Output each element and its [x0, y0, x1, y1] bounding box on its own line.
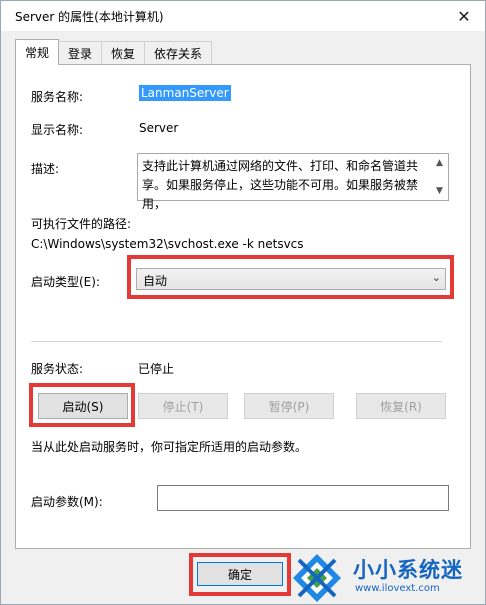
tab-strip: 常规 登录 恢复 依存关系 — [15, 39, 213, 65]
tab-dependencies[interactable]: 依存关系 — [144, 41, 213, 65]
chevron-down-icon: ⌄ — [431, 271, 441, 284]
resume-button[interactable]: 恢复(R) — [356, 393, 446, 419]
close-icon: ✕ — [457, 6, 471, 26]
watermark: 小小系统迷 www.ilovext.com — [291, 549, 486, 605]
service-properties-dialog: Server 的属性(本地计算机) ✕ 常规 登录 恢复 依存关系 服务名称: … — [0, 0, 486, 605]
pause-button[interactable]: 暂停(P) — [244, 393, 334, 419]
service-name-label: 服务名称: — [31, 90, 84, 104]
startup-type-dropdown[interactable]: 自动 ⌄ — [136, 268, 446, 290]
start-params-label: 启动参数(M): — [31, 495, 103, 509]
display-name-label: 显示名称: — [31, 123, 84, 137]
description-box[interactable]: 支持此计算机通过网络的文件、打印、和命名管道共享。如果服务停止，这些功能不可用。… — [137, 153, 449, 211]
tab-logon[interactable]: 登录 — [58, 41, 103, 65]
ok-button[interactable]: 确定 — [197, 562, 283, 586]
scroll-down-icon[interactable]: ▼ — [436, 186, 443, 196]
startup-type-selected: 自动 — [143, 274, 168, 288]
display-name-value: Server — [139, 121, 179, 135]
tab-recovery[interactable]: 恢复 — [101, 41, 146, 65]
description-scrollbar[interactable]: ▲ ▼ — [434, 154, 448, 200]
close-button[interactable]: ✕ — [451, 5, 477, 27]
start-params-input[interactable] — [157, 485, 449, 511]
start-params-hint: 当从此处启动服务时，你可指定所适用的启动参数。 — [31, 440, 308, 454]
executable-path-value: C:\Windows\system32\svchost.exe -k netsv… — [31, 237, 304, 251]
watermark-title: 小小系统迷 — [353, 558, 463, 582]
service-status-label: 服务状态: — [31, 362, 84, 376]
stop-button[interactable]: 停止(T) — [138, 393, 228, 419]
general-tab-panel: 服务名称: LanmanServer 显示名称: Server 描述: 支持此计… — [15, 64, 471, 549]
window-title: Server 的属性(本地计算机) — [15, 10, 164, 24]
start-button[interactable]: 启动(S) — [38, 393, 128, 419]
watermark-url: www.ilovext.com — [355, 583, 440, 594]
description-text: 支持此计算机通过网络的文件、打印、和命名管道共享。如果服务停止，这些功能不可用。… — [142, 159, 419, 211]
executable-path-label: 可执行文件的路径: — [31, 217, 132, 231]
service-status-value: 已停止 — [138, 362, 175, 376]
title-bar: Server 的属性(本地计算机) ✕ — [1, 1, 485, 31]
service-name-value[interactable]: LanmanServer — [139, 85, 231, 101]
scroll-up-icon[interactable]: ▲ — [436, 158, 443, 168]
startup-type-label: 启动类型(E): — [31, 275, 100, 289]
watermark-logo-icon — [291, 552, 343, 604]
tab-general[interactable]: 常规 — [15, 39, 60, 65]
description-label: 描述: — [31, 162, 60, 176]
section-divider — [31, 341, 442, 342]
